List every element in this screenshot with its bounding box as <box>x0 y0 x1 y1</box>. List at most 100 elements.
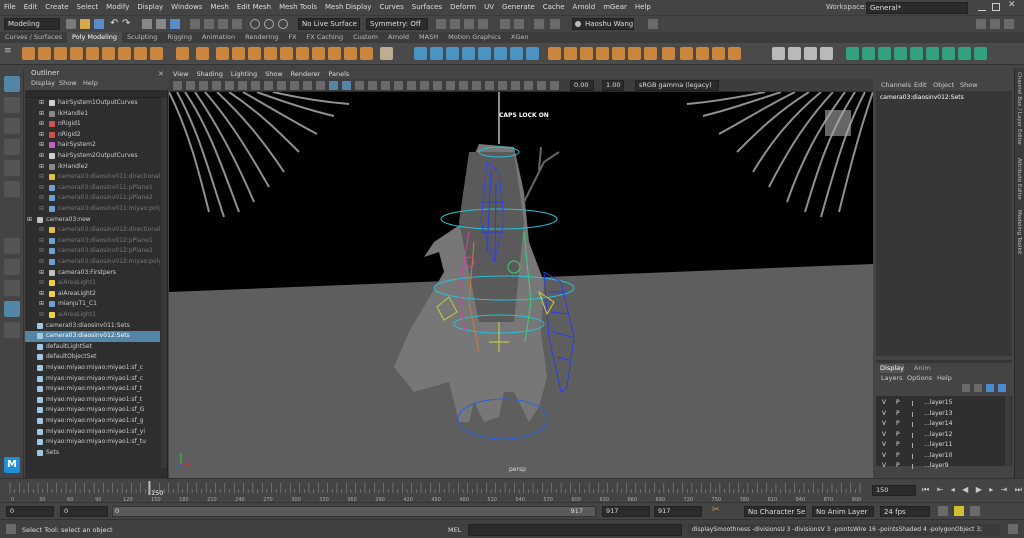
spherical-map-icon[interactable] <box>910 47 923 60</box>
outliner-row[interactable]: ⊞ camera03:diaosinv011:pPlane2 <box>25 193 160 204</box>
show-menu[interactable]: Show <box>960 81 978 89</box>
outliner-row[interactable]: ⊞ camera03:diaosinv011:directionalLigh <box>25 172 160 183</box>
select-hierarchy-icon[interactable] <box>142 19 152 29</box>
scale-tool-icon[interactable] <box>4 181 20 197</box>
color-space-dropdown[interactable]: sRGB gamma (legacy) <box>635 80 719 91</box>
symmetry-dropdown[interactable]: Symmetry: Off <box>366 18 428 30</box>
super-shape-icon[interactable] <box>150 47 163 60</box>
viewport-tool-icon[interactable] <box>329 81 338 90</box>
poly-disc-icon[interactable] <box>118 47 131 60</box>
viewport-tool-icon[interactable] <box>277 81 286 90</box>
viewport-menu-view[interactable]: View <box>169 69 192 79</box>
uv-editor-icon[interactable] <box>846 47 859 60</box>
viewport-tool-icon[interactable] <box>394 81 403 90</box>
cut-uv-icon[interactable] <box>926 47 939 60</box>
outliner-row[interactable]: ⊞ hairSystem2 <box>25 140 160 151</box>
expand-icon[interactable]: ⊞ <box>39 236 44 247</box>
shelf-tab-fx-caching[interactable]: FX Caching <box>302 32 349 43</box>
menu-mgear[interactable]: mGear <box>599 0 631 15</box>
select-component-icon[interactable] <box>170 19 180 29</box>
outliner-row[interactable]: miyao:miyao:miyao:miyao1:sf_g <box>25 416 160 427</box>
shelf-tab-animation[interactable]: Animation <box>197 32 240 43</box>
poly-cube-icon[interactable] <box>38 47 51 60</box>
brush-icon[interactable] <box>788 47 801 60</box>
shelf-tab-xgen[interactable]: XGen <box>506 32 534 43</box>
object-menu[interactable]: Object <box>933 81 954 89</box>
outliner-row[interactable]: ⊞ aiAreaLight1 <box>25 278 160 289</box>
layers-menu[interactable]: Layers <box>881 374 903 382</box>
viewport-tool-icon[interactable] <box>550 81 559 90</box>
new-layer-icon[interactable] <box>986 384 994 392</box>
poly-type-icon[interactable] <box>196 47 209 60</box>
menu-uv[interactable]: UV <box>480 0 498 15</box>
menu-surfaces[interactable]: Surfaces <box>408 0 446 15</box>
open-scene-icon[interactable] <box>80 19 90 29</box>
viewport-tool-icon[interactable] <box>433 81 442 90</box>
menu-arnold[interactable]: Arnold <box>569 0 600 15</box>
viewport-tool-icon[interactable] <box>251 81 260 90</box>
start-time-field[interactable]: 0 <box>6 506 54 517</box>
viewport-tool-icon[interactable] <box>459 81 468 90</box>
expand-icon[interactable]: ⊞ <box>39 257 44 268</box>
viewport-menu-show[interactable]: Show <box>261 69 287 79</box>
close-icon[interactable]: ✕ <box>158 70 164 78</box>
viewport-tool-icon[interactable] <box>511 81 520 90</box>
persp-outliner-layout-icon[interactable] <box>4 280 20 296</box>
quad-draw-icon[interactable] <box>804 47 817 60</box>
uv-icon[interactable] <box>360 47 373 60</box>
layer-color-swatch[interactable] <box>912 422 920 427</box>
viewport-tool-icon[interactable] <box>303 81 312 90</box>
four-view-layout-icon[interactable] <box>4 259 20 275</box>
menu-mesh-tools[interactable]: Mesh Tools <box>275 0 321 15</box>
move-layer-down-icon[interactable] <box>974 384 982 392</box>
expand-icon[interactable]: ⊞ <box>39 98 44 109</box>
layer-visibility-toggle[interactable]: V <box>882 451 886 462</box>
edit-menu[interactable]: Edit <box>914 81 927 89</box>
mask-surfaces-icon[interactable] <box>218 19 228 29</box>
viewport-tool-icon[interactable] <box>420 81 429 90</box>
layer-visibility-toggle[interactable]: V <box>882 419 886 430</box>
help-menu[interactable]: Help <box>937 374 952 382</box>
viewport-tool-icon[interactable] <box>199 81 208 90</box>
menu-modify[interactable]: Modify <box>102 0 133 15</box>
outliner-row[interactable]: camera03:diaosinv011:Sets <box>25 321 160 332</box>
outliner-row[interactable]: defaultObjectSet <box>25 352 160 363</box>
outliner-row[interactable]: ⊞ ikHandle2 <box>25 162 160 173</box>
outliner-row[interactable]: ⊞ camera03:diaosinv012:pPlane1 <box>25 236 160 247</box>
layer-row[interactable]: V P ...layer13 <box>882 409 1010 420</box>
anim-layer-dropdown[interactable]: No Anim Layer <box>812 506 874 517</box>
expand-icon[interactable]: ⊞ <box>39 268 44 279</box>
layer-playback-toggle[interactable]: P <box>896 440 900 451</box>
wedge-icon[interactable] <box>612 47 625 60</box>
outliner-row[interactable]: ⊞ camera03:diaosinv012:directionalLigh <box>25 225 160 236</box>
spin-icon[interactable] <box>696 47 709 60</box>
extract-icon[interactable] <box>280 47 293 60</box>
combine-icon[interactable] <box>248 47 261 60</box>
expand-icon[interactable]: ⊞ <box>39 119 44 130</box>
tab-modeling-toolkit[interactable]: Modeling Toolkit <box>1016 210 1022 254</box>
layer-scrollbar[interactable] <box>1005 396 1011 466</box>
layer-visibility-toggle[interactable]: V <box>882 461 886 472</box>
layer-playback-toggle[interactable]: P <box>896 430 900 441</box>
menu-cache[interactable]: Cache <box>539 0 569 15</box>
expand-icon[interactable]: ⊞ <box>39 310 44 321</box>
viewport-tool-icon[interactable] <box>368 81 377 90</box>
shelf-tab-fx[interactable]: FX <box>283 32 301 43</box>
outliner-row[interactable]: ⊞ camera03:Firstpers <box>25 268 160 279</box>
select-object-icon[interactable] <box>156 19 166 29</box>
snap-point-icon[interactable] <box>278 19 288 29</box>
snap-curve-icon[interactable] <box>264 19 274 29</box>
sound-icon[interactable] <box>954 506 964 516</box>
slide-edge-icon[interactable] <box>644 47 657 60</box>
outliner-row[interactable]: ⊞ ikHandle1 <box>25 109 160 120</box>
viewport-tool-icon[interactable] <box>238 81 247 90</box>
poly-plane-icon[interactable] <box>102 47 115 60</box>
new-scene-icon[interactable] <box>66 19 76 29</box>
auto-map-icon[interactable] <box>878 47 891 60</box>
current-frame-field[interactable]: 150 <box>872 485 916 496</box>
circularize-icon[interactable] <box>628 47 641 60</box>
shelf-tab-curves-surfaces[interactable]: Curves / Surfaces <box>0 32 67 43</box>
tab-display[interactable]: Display <box>880 364 904 373</box>
target-weld-icon[interactable] <box>414 47 427 60</box>
layer-playback-toggle[interactable]: P <box>896 461 900 472</box>
